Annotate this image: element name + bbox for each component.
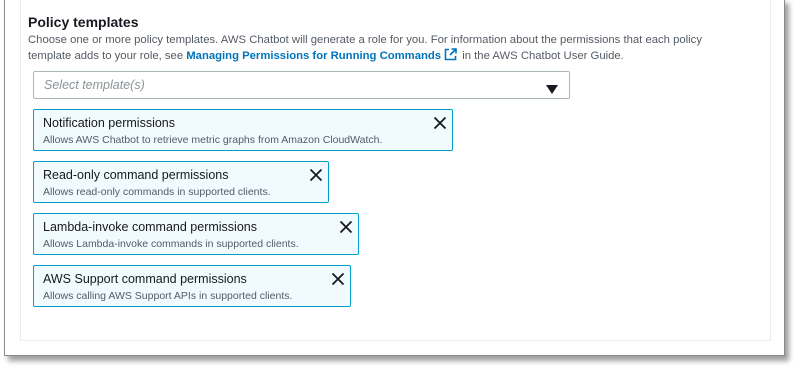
token-description: Allows AWS Chatbot to retrieve metric gr… <box>43 134 383 146</box>
section-title: Policy templates <box>28 14 139 30</box>
token-notification-permissions: Notification permissions Allows AWS Chat… <box>33 109 453 151</box>
close-icon[interactable] <box>339 220 353 234</box>
external-link-icon[interactable] <box>444 48 457 66</box>
token-read-only-command-permissions: Read-only command permissions Allows rea… <box>33 161 329 203</box>
description-suffix: in the AWS Chatbot User Guide. <box>459 50 624 62</box>
token-aws-support-command-permissions: AWS Support command permissions Allows c… <box>33 265 351 307</box>
close-icon[interactable] <box>309 168 323 182</box>
managing-permissions-link[interactable]: Managing Permissions for Running Command… <box>186 50 441 62</box>
template-select[interactable]: Select template(s) <box>33 71 570 99</box>
token-description: Allows read-only commands in supported c… <box>43 186 271 198</box>
section-description: Choose one or more policy templates. AWS… <box>28 33 748 66</box>
close-icon[interactable] <box>331 272 345 286</box>
token-name: AWS Support command permissions <box>43 272 247 286</box>
token-name: Lambda-invoke command permissions <box>43 220 257 234</box>
token-description: Allows Lambda-invoke commands in support… <box>43 238 299 250</box>
token-name: Notification permissions <box>43 116 175 130</box>
token-name: Read-only command permissions <box>43 168 229 182</box>
close-icon[interactable] <box>433 116 447 130</box>
select-placeholder: Select template(s) <box>44 78 145 92</box>
token-lambda-invoke-command-permissions: Lambda-invoke command permissions Allows… <box>33 213 359 255</box>
token-description: Allows calling AWS Support APIs in suppo… <box>43 290 293 302</box>
caret-down-icon[interactable] <box>546 81 558 99</box>
